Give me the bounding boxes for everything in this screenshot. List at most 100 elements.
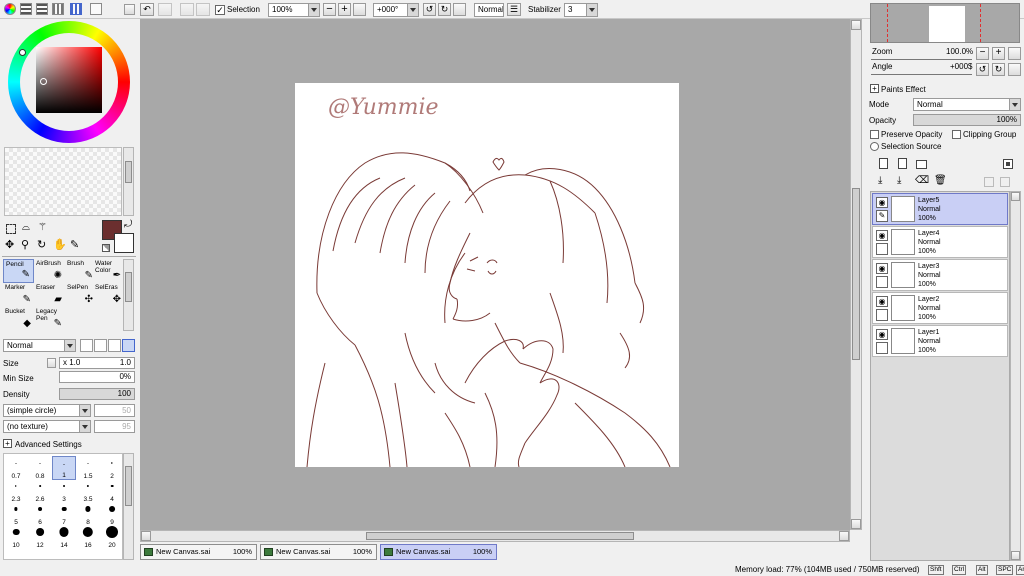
lock-toggle[interactable] xyxy=(876,243,888,255)
brush-size-option[interactable]: 0.7 xyxy=(4,456,28,480)
nav-zoom-slider[interactable] xyxy=(871,56,972,60)
tool-marker[interactable]: Marker ✎ xyxy=(3,283,34,307)
flip-button[interactable]: ☰ xyxy=(507,3,521,16)
brush-shape-buttons[interactable] xyxy=(80,339,135,352)
nav-zoom-reset-button[interactable] xyxy=(1008,47,1021,60)
transfer-down-icon[interactable]: ⤓ xyxy=(878,175,882,186)
layer-item[interactable]: ◉ Layer3 Normal 100% xyxy=(872,259,1008,291)
brush-size-scrollbar[interactable] xyxy=(123,453,134,560)
eye-icon[interactable]: ◉ xyxy=(876,197,888,208)
invert-selection-button[interactable] xyxy=(196,3,210,16)
scrollbar-thumb[interactable] xyxy=(852,188,860,360)
brush-shape-strength[interactable]: 50 xyxy=(94,404,135,417)
clear-layer-icon[interactable]: ⌫ xyxy=(915,175,929,186)
brush-size-option[interactable]: 2.3 xyxy=(4,479,28,503)
paints-effect-toggle[interactable]: + xyxy=(870,84,879,93)
hue-marker[interactable] xyxy=(19,49,26,56)
scrollbar-left-arrow[interactable] xyxy=(141,531,151,541)
brush-size-option[interactable]: 7 xyxy=(52,502,76,526)
brush-edge-4-icon[interactable] xyxy=(122,339,135,352)
scrollbar-thumb[interactable] xyxy=(125,161,132,183)
eyedropper-icon[interactable]: ✎ xyxy=(70,238,79,251)
rect-select-icon[interactable] xyxy=(6,224,16,234)
panel-collapse-button[interactable] xyxy=(124,4,135,15)
zoom-tool-icon[interactable]: ⚲ xyxy=(21,238,29,251)
scrollbar-thumb[interactable] xyxy=(125,466,132,506)
palette-tab-icon[interactable] xyxy=(70,3,82,15)
brush-size-option[interactable]: 8 xyxy=(76,502,100,526)
layer-list-scrollbar[interactable] xyxy=(1010,191,1021,561)
tool-legacy-pen[interactable]: Legacy Pen ✎ xyxy=(34,307,65,331)
scrollbar-thumb[interactable] xyxy=(366,532,634,540)
deselect-button[interactable] xyxy=(180,3,194,16)
brush-size-option[interactable]: 1.5 xyxy=(76,456,100,480)
selection-source-radio[interactable] xyxy=(870,142,879,151)
nav-rotate-right-button[interactable]: ↻ xyxy=(992,63,1005,76)
brush-mode-dropdown[interactable]: Normal xyxy=(3,339,76,352)
scrollbar-up-arrow[interactable] xyxy=(1011,192,1020,201)
brush-size-option[interactable]: 0.8 xyxy=(28,456,52,480)
brush-size-option[interactable]: 1 xyxy=(52,456,76,480)
nav-rotate-reset-button[interactable] xyxy=(1008,63,1021,76)
tool-seleras[interactable]: SelEras ✥ xyxy=(93,283,124,307)
move-tool-icon[interactable]: ✥ xyxy=(5,238,14,251)
layer-item[interactable]: ◉ Layer1 Normal 100% xyxy=(872,325,1008,357)
stabilizer-dropdown[interactable]: 3 xyxy=(564,3,598,17)
canvas-horizontal-scrollbar[interactable] xyxy=(140,530,850,542)
brush-shape-dropdown[interactable]: (simple circle) xyxy=(3,404,91,417)
canvas-vertical-scrollbar[interactable] xyxy=(850,19,862,530)
magic-wand-icon[interactable]: ⚚ xyxy=(38,222,47,233)
tool-brush[interactable]: Brush ✎ xyxy=(65,259,96,283)
zoom-in-button[interactable]: + xyxy=(338,3,351,16)
brush-size-option[interactable]: 12 xyxy=(28,525,52,549)
nav-zoom-in-button[interactable]: + xyxy=(992,47,1005,60)
zoom-out-button[interactable]: − xyxy=(323,3,336,16)
scrollbar-up-arrow[interactable] xyxy=(851,20,861,30)
new-folder-icon[interactable] xyxy=(916,160,927,169)
brush-edge-1-icon[interactable] xyxy=(80,339,93,352)
scrollbar-thumb[interactable] xyxy=(125,272,132,302)
merge-down-icon[interactable]: ⤓ xyxy=(897,175,901,186)
density-field[interactable]: 100 xyxy=(59,388,135,400)
lock-toggle[interactable] xyxy=(876,342,888,354)
clipping-group-checkbox[interactable] xyxy=(952,130,961,139)
rotate-left-button[interactable]: ↺ xyxy=(423,3,436,16)
scratch-pad-scrollbar[interactable] xyxy=(123,147,134,216)
blend-mode-field[interactable]: Normal xyxy=(474,3,504,17)
document-tab[interactable]: New Canvas.sai 100% xyxy=(380,544,497,560)
secondary-color-swatch[interactable] xyxy=(114,233,134,253)
brush-lock-icon[interactable]: ✎ xyxy=(876,210,888,222)
drawing-canvas[interactable]: @Yummie xyxy=(295,83,679,467)
swap-colors-icon[interactable]: ⤾ xyxy=(124,219,132,230)
layer-opacity-field[interactable]: 100% xyxy=(913,114,1021,126)
brush-texture-strength[interactable]: 95 xyxy=(94,420,135,433)
layer-item[interactable]: ◉ Layer4 Normal 100% xyxy=(872,226,1008,258)
scrollbar-down-arrow[interactable] xyxy=(851,519,861,529)
tool-selpen[interactable]: SelPen ✣ xyxy=(65,283,96,307)
document-tab[interactable]: New Canvas.sai 100% xyxy=(140,544,257,560)
undo-button[interactable]: ↶ xyxy=(140,3,154,16)
rotate-right-button[interactable]: ↻ xyxy=(438,3,451,16)
scrollbar-right-arrow[interactable] xyxy=(839,531,849,541)
eye-icon[interactable]: ◉ xyxy=(876,263,888,274)
layer-options-icon[interactable] xyxy=(1003,159,1013,169)
brush-size-option[interactable]: 20 xyxy=(100,525,122,549)
hsv-slider-tab-icon[interactable] xyxy=(36,3,48,15)
advanced-settings-toggle[interactable]: + xyxy=(3,439,12,448)
navigator-view-rect[interactable] xyxy=(887,4,981,42)
tool-bucket[interactable]: Bucket ◆ xyxy=(3,307,34,331)
brush-size-option[interactable]: 3 xyxy=(52,479,76,503)
min-size-field[interactable]: 0% xyxy=(59,371,135,383)
sv-marker[interactable] xyxy=(40,78,47,85)
eye-icon[interactable]: ◉ xyxy=(876,230,888,241)
brush-size-option[interactable]: 4 xyxy=(100,479,122,503)
brush-size-option[interactable]: 9 xyxy=(100,502,122,526)
rotate-tool-icon[interactable]: ↻ xyxy=(37,238,46,251)
scratch-pad[interactable] xyxy=(4,147,122,216)
brush-size-option[interactable]: 16 xyxy=(76,525,100,549)
layer-item[interactable]: ◉ ✎ Layer5 Normal 100% xyxy=(872,193,1008,225)
layer-move-up-icon[interactable] xyxy=(984,177,994,187)
new-linework-layer-icon[interactable] xyxy=(898,158,907,169)
preserve-opacity-checkbox[interactable] xyxy=(870,130,879,139)
selection-checkbox[interactable]: ✓ xyxy=(215,5,225,15)
